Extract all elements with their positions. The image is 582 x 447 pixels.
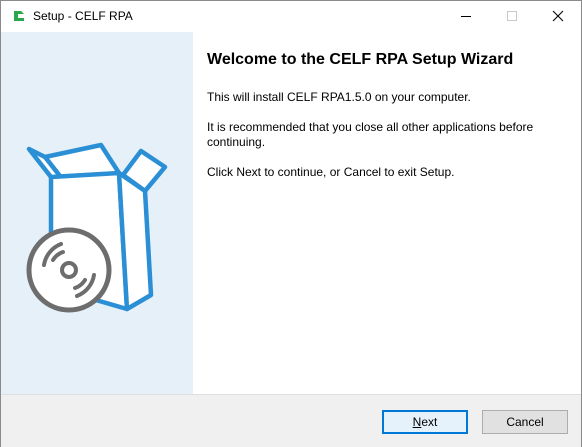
maximize-icon [507, 11, 517, 21]
next-button-label: Next [412, 415, 438, 429]
close-apps-text: It is recommended that you close all oth… [207, 120, 534, 149]
window-title: Setup - CELF RPA [33, 9, 133, 23]
install-info-text: This will install CELF RPA1.5.0 on your … [207, 90, 471, 104]
maximize-button[interactable] [489, 1, 535, 31]
minimize-icon [461, 16, 471, 17]
wizard-heading: Welcome to the CELF RPA Setup Wizard [207, 51, 514, 68]
next-button[interactable]: Next [382, 410, 468, 434]
app-icon [14, 11, 24, 21]
software-box-disc-icon [26, 142, 168, 313]
wizard-sidebar [1, 32, 193, 394]
continue-instruction-text: Click Next to continue, or Cancel to exi… [207, 165, 455, 179]
cancel-button-label: Cancel [506, 415, 544, 429]
cancel-button[interactable]: Cancel [482, 410, 568, 434]
wizard-content: Welcome to the CELF RPA Setup Wizard Thi… [193, 32, 581, 394]
close-icon [552, 10, 564, 22]
button-bar: Next Cancel [1, 394, 581, 447]
close-button[interactable] [535, 1, 581, 31]
title-bar[interactable]: Setup - CELF RPA [1, 1, 581, 31]
minimize-button[interactable] [443, 1, 489, 31]
setup-window: Setup - CELF RPA Welcome to the CELF RPA… [0, 0, 582, 447]
